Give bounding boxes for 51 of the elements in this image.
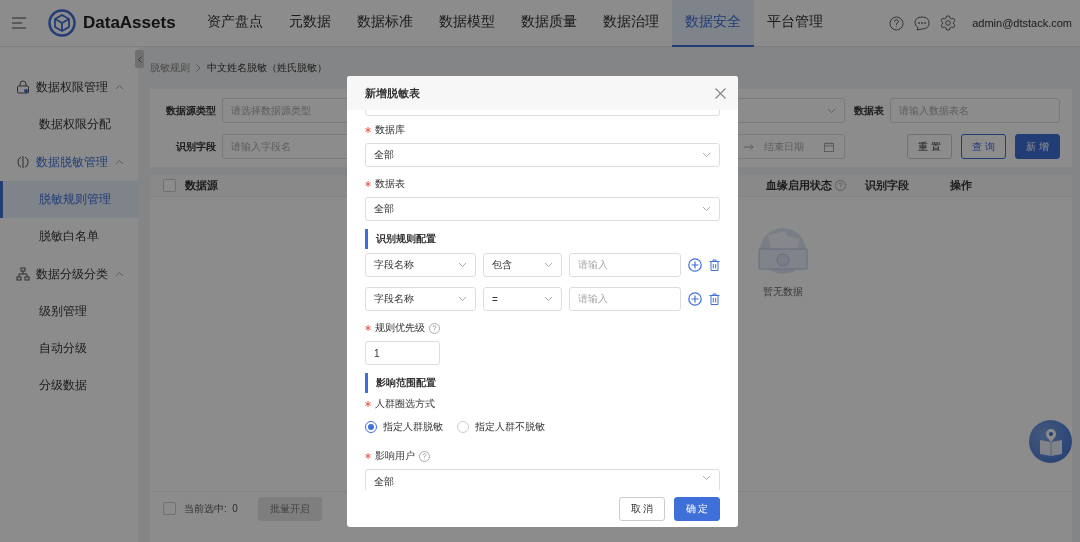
- column-header: 数据源: [185, 178, 218, 193]
- filter-label: 数据表: [853, 103, 885, 118]
- sidebar-item[interactable]: 脱敏规则管理: [0, 181, 138, 218]
- dialog-button[interactable]: 取 消: [619, 496, 665, 521]
- filter-button[interactable]: 查 询: [961, 134, 1006, 159]
- operator-select[interactable]: =: [483, 287, 562, 311]
- field-label: 数据表: [375, 177, 405, 191]
- database-select[interactable]: 全部: [365, 143, 720, 167]
- filter-button[interactable]: 重 置: [907, 134, 952, 159]
- rule-field-select[interactable]: 字段名称: [365, 253, 476, 277]
- column-header: 操作: [950, 178, 972, 193]
- nav-tab[interactable]: 数据模型: [425, 0, 508, 47]
- filter-label: 数据源类型: [165, 103, 217, 118]
- filter-button[interactable]: 新 增: [1015, 134, 1060, 159]
- nav-tab[interactable]: 数据质量: [507, 0, 590, 47]
- rule-field-select[interactable]: 字段名称: [365, 287, 476, 311]
- nav-tab[interactable]: 元数据: [275, 0, 344, 47]
- user-account[interactable]: admin@dtstack.com: [972, 17, 1072, 29]
- radio-label[interactable]: 指定人群脱敏: [383, 420, 443, 434]
- table-select[interactable]: 全部: [365, 197, 720, 221]
- empty-state-text: 暂无数据: [763, 285, 803, 299]
- selected-count: 当前选中: 0: [184, 501, 238, 516]
- section-title: 识别规则配置: [365, 229, 720, 249]
- sidebar-item[interactable]: 分级数据: [0, 367, 138, 404]
- brand-name: DataAssets: [83, 13, 176, 33]
- nav-tab[interactable]: 资产盘点: [193, 0, 276, 47]
- column-header: 血缘启用状态: [766, 178, 832, 193]
- users-select[interactable]: 全部: [365, 469, 720, 490]
- field-label: 数据库: [375, 123, 405, 137]
- section-title: 影响范围配置: [365, 373, 720, 393]
- radio-label[interactable]: 指定人群不脱敏: [475, 420, 545, 434]
- sidebar-group[interactable]: 数据分级分类: [36, 265, 109, 283]
- filter-label: 识别字段: [175, 139, 217, 154]
- nav-tab[interactable]: 数据标准: [343, 0, 426, 47]
- field-label: 影响用户: [375, 449, 415, 463]
- sidebar-item[interactable]: 级别管理: [0, 293, 138, 330]
- column-header: 识别字段: [865, 178, 909, 193]
- sidebar-group[interactable]: 数据权限管理: [36, 78, 109, 96]
- operator-select[interactable]: 包含: [483, 253, 562, 277]
- priority-input[interactable]: 1: [365, 341, 440, 365]
- dialog-title: 新增脱敏表: [365, 85, 420, 101]
- nav-tab[interactable]: 数据治理: [589, 0, 672, 47]
- field-label: 规则优先级: [375, 321, 425, 335]
- dialog-button[interactable]: 确 定: [674, 496, 720, 521]
- sidebar-group[interactable]: 数据脱敏管理: [36, 153, 109, 171]
- sidebar-item[interactable]: 脱敏白名单: [0, 218, 138, 255]
- sidebar-item[interactable]: 自动分级: [0, 330, 138, 367]
- field-label: 人群圈选方式: [375, 397, 435, 411]
- breadcrumb-item: 中文姓名脱敏（姓氏脱敏）: [207, 61, 327, 75]
- sidebar-item[interactable]: 数据权限分配: [0, 106, 138, 143]
- nav-tab[interactable]: 数据安全: [671, 0, 754, 47]
